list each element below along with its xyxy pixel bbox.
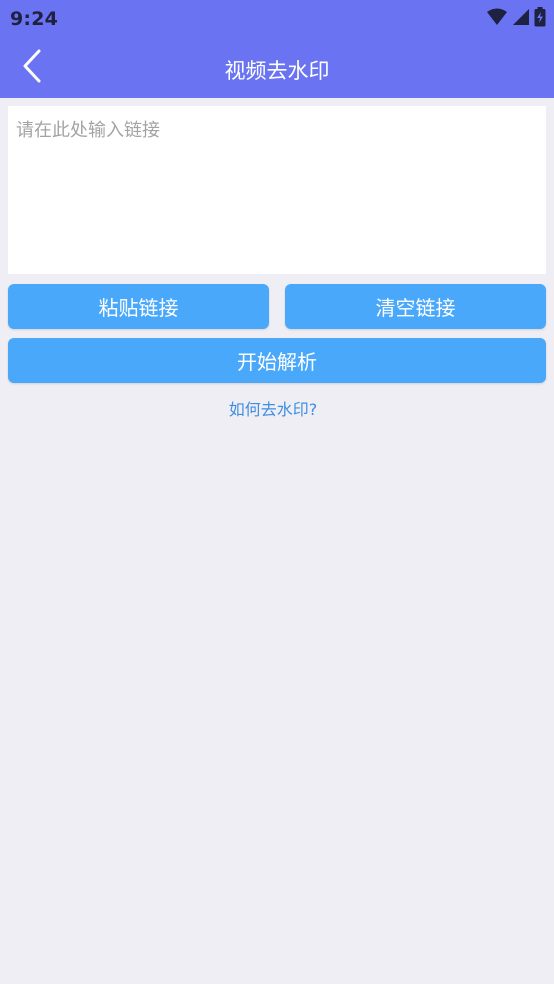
clear-link-button[interactable]: 清空链接 [285,284,546,329]
battery-charging-icon [534,7,546,31]
how-to-remove-watermark-link[interactable]: 如何去水印? [0,396,546,420]
chevron-left-icon [20,48,44,88]
cell-signal-icon [512,8,530,30]
back-button[interactable] [10,46,54,90]
app-bar: 视频去水印 [0,38,554,98]
status-time: 9:24 [10,8,59,30]
start-parse-button[interactable]: 开始解析 [8,338,546,383]
wifi-icon [486,8,508,30]
status-icons [486,7,546,31]
page-title: 视频去水印 [224,59,330,83]
link-input[interactable] [8,106,546,274]
status-bar: 9:24 [0,0,554,38]
paste-link-button[interactable]: 粘贴链接 [8,284,269,329]
